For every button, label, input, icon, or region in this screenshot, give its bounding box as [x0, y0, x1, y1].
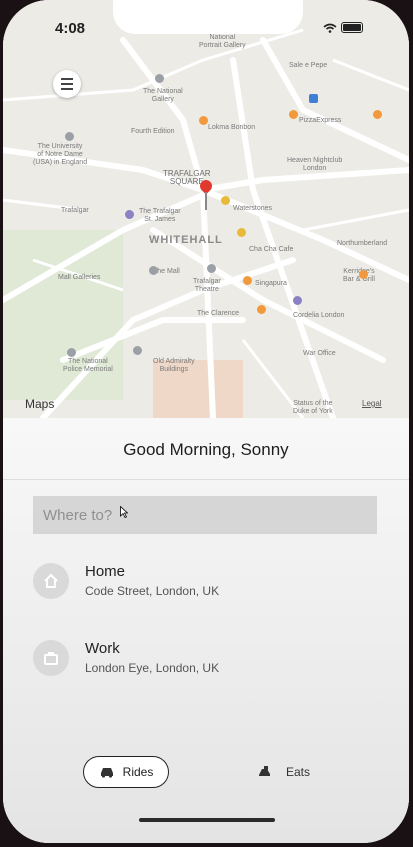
tab-rides[interactable]: Rides: [83, 756, 169, 788]
map-label-old-admiralty: Old Admiralty Buildings: [153, 358, 195, 373]
home-indicator: [139, 818, 275, 822]
menu-icon-line: [61, 78, 73, 80]
legal-link[interactable]: Legal: [362, 399, 382, 408]
menu-button[interactable]: [53, 70, 81, 98]
map-label-sale-pepe: Sale e Pepe: [289, 62, 328, 69]
briefcase-icon: [33, 640, 69, 676]
tab-eats[interactable]: Eats: [249, 756, 319, 788]
poi-icon[interactable]: [133, 346, 142, 355]
divider: [3, 479, 409, 480]
map-label-northumberland: Northumberland: [337, 240, 388, 247]
map-label-cordelia: Cordelia London: [293, 312, 345, 319]
poi-icon[interactable]: [373, 110, 382, 119]
map-label-heaven: Heaven Nightclub London: [287, 157, 343, 172]
poi-icon[interactable]: [199, 116, 208, 125]
bottom-sheet: Good Morning, Sonny Where to? Home Code …: [3, 418, 409, 843]
poi-icon[interactable]: [243, 276, 252, 285]
saved-place-address: Code Street, London, UK: [85, 584, 220, 598]
map-label-notre-dame: The University of Notre Dame (USA) in En…: [33, 143, 88, 166]
tab-rides-label: Rides: [122, 765, 154, 779]
car-icon: [100, 768, 113, 778]
saved-place-home[interactable]: Home Code Street, London, UK: [33, 563, 373, 603]
map-label-war-office: War Office: [303, 350, 336, 357]
food-delivery-icon: [258, 766, 270, 776]
menu-icon-line: [61, 83, 73, 85]
poi-icon[interactable]: [257, 305, 266, 314]
map-label-the-clarence: The Clarence: [197, 310, 240, 317]
poi-icon[interactable]: [359, 270, 368, 279]
saved-place-title: Home: [85, 563, 126, 580]
map-label-national-gallery: The National Gallery: [143, 88, 183, 103]
saved-place-title: Work: [85, 640, 120, 657]
poi-icon[interactable]: [289, 110, 298, 119]
poi-icon[interactable]: [67, 348, 76, 357]
map-label-trafalgar-small: Trafalgar: [61, 207, 89, 214]
map-label-whitehall: WHITEHALL: [149, 234, 223, 246]
poi-icon[interactable]: [125, 210, 134, 219]
greeting-title: Good Morning, Sonny: [123, 440, 289, 459]
saved-place-work[interactable]: Work London Eye, London, UK: [33, 640, 373, 680]
maps-attribution-text: Maps: [25, 397, 55, 411]
poi-icon[interactable]: [149, 266, 158, 275]
poi-icon[interactable]: [293, 296, 302, 305]
map-label-pizza-express: PizzaExpress: [299, 117, 342, 124]
map-label-mall-galleries: Mall Galleries: [58, 274, 101, 281]
home-icon: [33, 563, 69, 599]
saved-place-address: London Eye, London, UK: [85, 661, 220, 675]
phone-frame: The National Gallery The University of N…: [3, 0, 409, 843]
location-pin-stem: [205, 192, 207, 210]
map-view[interactable]: The National Gallery The University of N…: [3, 0, 409, 418]
tab-eats-label: Eats: [285, 765, 310, 779]
search-placeholder: Where to?: [43, 506, 113, 524]
map-label-singapura: Singapura: [255, 280, 287, 287]
where-to-search-input[interactable]: Where to?: [33, 496, 377, 534]
map-label-trafalgar-theatre: Trafalgar Theatre: [193, 278, 221, 293]
battery-icon: [341, 22, 363, 33]
device-notch: [113, 0, 303, 34]
status-icons: [323, 22, 363, 33]
poi-icon[interactable]: [65, 132, 74, 141]
map-label-waterstones: Waterstones: [233, 205, 273, 212]
bottom-nav: Rides Eats: [3, 754, 409, 794]
mouse-cursor-icon: [120, 506, 128, 518]
map-label-duke-of-york: Status of the Duke of York: [293, 400, 333, 415]
poi-icon[interactable]: [155, 74, 164, 83]
map-label-lokma: Lokma Bonbon: [208, 124, 256, 131]
map-label-cha-cha: Cha Cha Cafe: [249, 246, 294, 253]
poi-icon[interactable]: [237, 228, 246, 237]
status-time: 4:08: [55, 20, 86, 37]
transit-icon[interactable]: [309, 94, 318, 103]
map-label-trafalgar-st-james: The Trafalgar St. James: [139, 208, 181, 223]
wifi-icon: [323, 23, 337, 33]
maps-attribution: Maps: [25, 397, 54, 411]
map-label-police-memorial: The National Police Memorial: [63, 358, 113, 373]
map-label-national-portrait: National Portrait Gallery: [199, 34, 246, 49]
menu-icon-line: [61, 88, 73, 90]
poi-icon[interactable]: [221, 196, 230, 205]
map-label-fourth-edition: Fourth Edition: [131, 128, 175, 135]
poi-icon[interactable]: [207, 264, 216, 273]
